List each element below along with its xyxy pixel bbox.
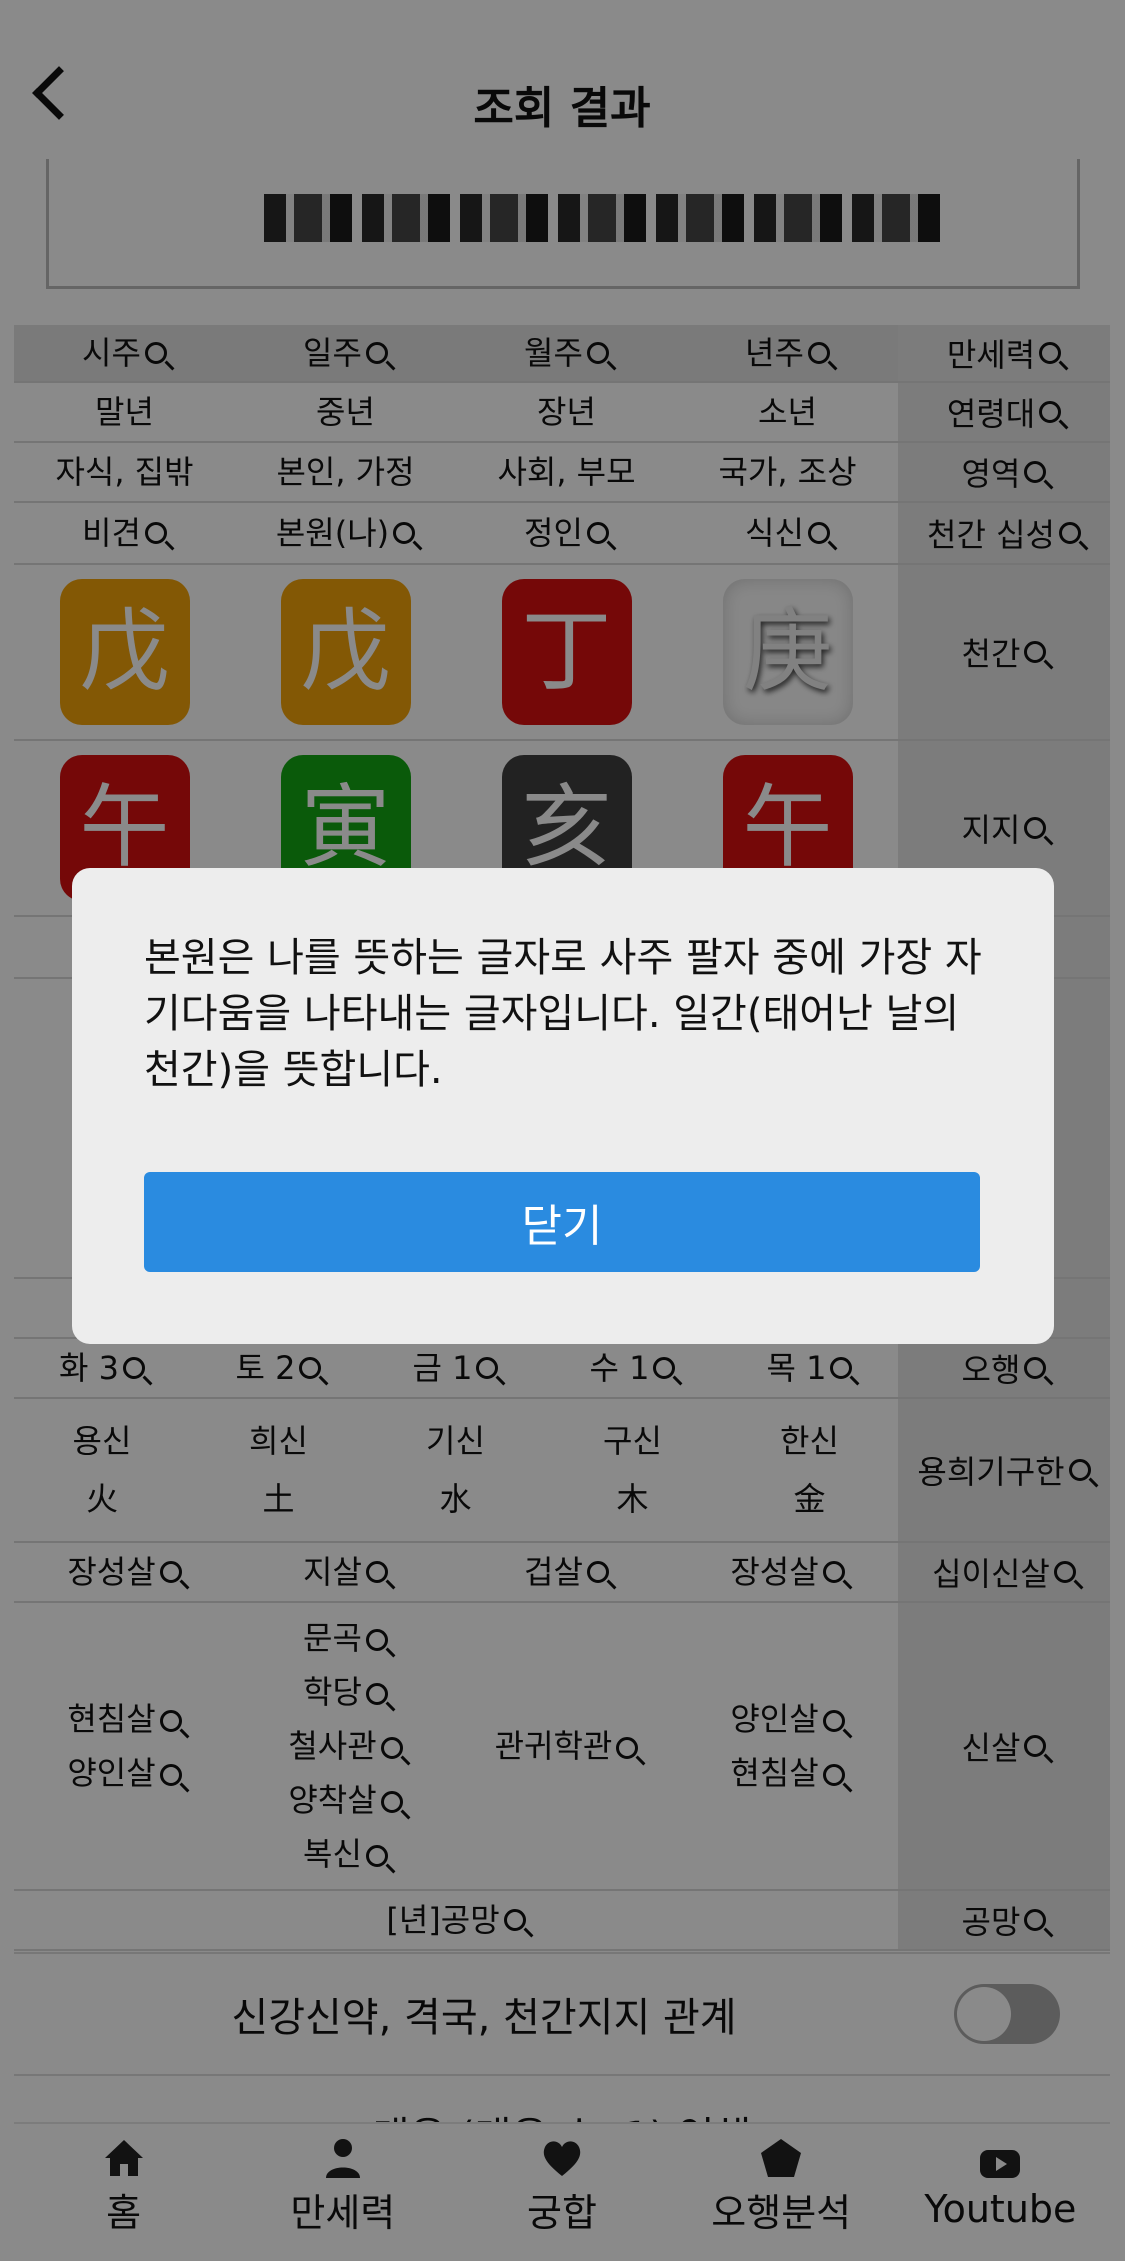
close-button[interactable]: 닫기 [144, 1172, 980, 1272]
dialog-message: 본원은 나를 뜻하는 글자로 사주 팔자 중에 가장 자기다움을 나타내는 글자… [144, 935, 982, 1093]
info-dialog: 본원은 나를 뜻하는 글자로 사주 팔자 중에 가장 자기다움을 나타내는 글자… [72, 868, 1054, 1344]
